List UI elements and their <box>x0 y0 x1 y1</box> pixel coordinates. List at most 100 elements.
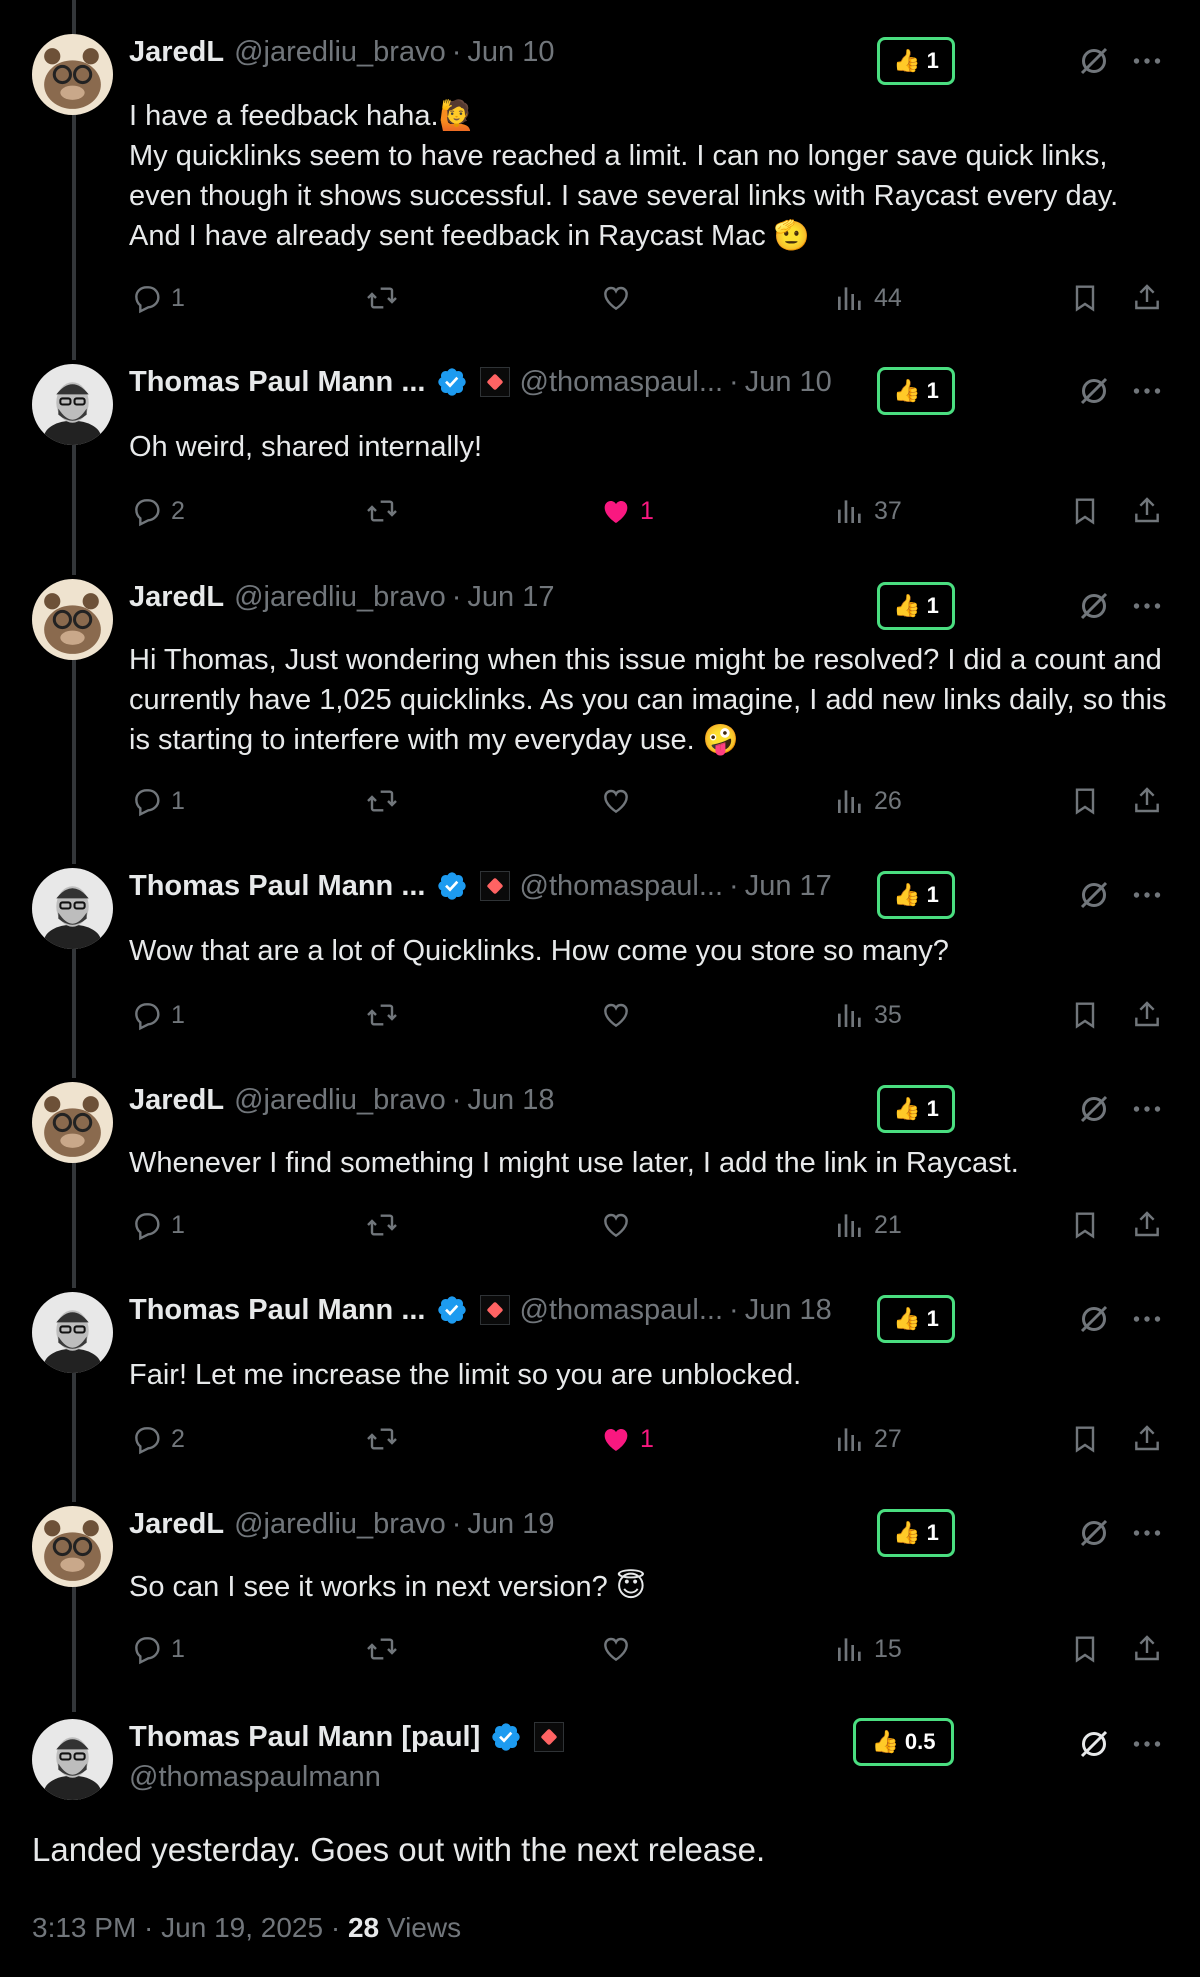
reaction-badge[interactable]: 👍 1 <box>877 1295 955 1343</box>
author-handle[interactable]: @thomaspaul... <box>520 1294 724 1327</box>
author-handle[interactable]: @thomaspaul... <box>520 366 724 399</box>
author-handle[interactable]: @jaredliu_bravo <box>234 581 446 614</box>
slash-circle-icon[interactable] <box>1074 1089 1114 1129</box>
post-date[interactable]: Jun 19 <box>467 1508 554 1541</box>
post-date[interactable]: Jun 18 <box>745 1294 832 1327</box>
reaction-badge[interactable]: 👍 1 <box>877 582 955 630</box>
author-handle[interactable]: @jaredliu_bravo <box>234 36 446 69</box>
author-name[interactable]: Thomas Paul Mann [paul] <box>129 1721 480 1754</box>
author-handle[interactable]: @jaredliu_bravo <box>234 1508 446 1541</box>
author-name[interactable]: Thomas Paul Mann ... <box>129 870 426 903</box>
author-name[interactable]: JaredL <box>129 581 224 614</box>
views-button[interactable]: 26 <box>834 781 902 821</box>
more-icon[interactable] <box>1127 1089 1167 1129</box>
affiliate-badge-icon[interactable] <box>479 1295 510 1325</box>
author-handle[interactable]: @thomaspaul... <box>520 870 724 903</box>
reply-button[interactable]: 1 <box>131 995 185 1035</box>
bookmark-button[interactable] <box>1069 781 1101 821</box>
share-button[interactable] <box>1131 1419 1163 1459</box>
share-button[interactable] <box>1131 1205 1163 1245</box>
bookmark-button[interactable] <box>1069 278 1101 318</box>
reaction-badge[interactable]: 👍 1 <box>877 367 955 415</box>
avatar[interactable] <box>32 1292 113 1373</box>
views-button[interactable]: 35 <box>834 995 902 1035</box>
avatar[interactable] <box>32 364 113 445</box>
author-name[interactable]: Thomas Paul Mann ... <box>129 366 426 399</box>
reply-button[interactable]: 2 <box>131 1419 185 1459</box>
slash-circle-icon[interactable] <box>1074 1513 1114 1553</box>
avatar[interactable] <box>32 1719 113 1800</box>
share-button[interactable] <box>1131 278 1163 318</box>
slash-circle-icon[interactable] <box>1074 586 1114 626</box>
post-date[interactable]: Jun 10 <box>467 36 554 69</box>
like-button[interactable] <box>600 781 640 821</box>
views-button[interactable]: 21 <box>834 1205 902 1245</box>
like-button[interactable] <box>600 1629 640 1669</box>
post-date[interactable]: Jun 18 <box>467 1084 554 1117</box>
more-icon[interactable] <box>1127 1299 1167 1339</box>
like-button[interactable] <box>600 278 640 318</box>
bookmark-button[interactable] <box>1069 1419 1101 1459</box>
author-name[interactable]: JaredL <box>129 36 224 69</box>
share-button[interactable] <box>1131 995 1163 1035</box>
repost-button[interactable] <box>366 278 398 318</box>
timestamp[interactable]: 3:13 PM · Jun 19, 2025 · <box>32 1912 348 1943</box>
more-icon[interactable] <box>1127 1513 1167 1553</box>
slash-circle-icon[interactable] <box>1074 371 1114 411</box>
affiliate-badge-icon[interactable] <box>479 367 510 397</box>
avatar[interactable] <box>32 868 113 949</box>
more-icon[interactable] <box>1127 41 1167 81</box>
post-date[interactable]: Jun 17 <box>467 581 554 614</box>
slash-circle-icon[interactable] <box>1074 1299 1114 1339</box>
share-button[interactable] <box>1131 781 1163 821</box>
bookmark-button[interactable] <box>1069 491 1101 531</box>
affiliate-badge-icon[interactable] <box>534 1722 565 1752</box>
reaction-badge[interactable]: 👍 1 <box>877 37 955 85</box>
slash-circle-icon[interactable] <box>1074 1724 1114 1764</box>
bookmark-button[interactable] <box>1069 1629 1101 1669</box>
author-name[interactable]: JaredL <box>129 1084 224 1117</box>
views-button[interactable]: 44 <box>834 278 902 318</box>
more-icon[interactable] <box>1127 875 1167 915</box>
like-button[interactable]: 1 <box>600 491 654 531</box>
reaction-badge[interactable]: 👍 0.5 <box>853 1718 954 1766</box>
author-name[interactable]: Thomas Paul Mann ... <box>129 1294 426 1327</box>
author-handle[interactable]: @thomaspaulmann <box>129 1761 381 1793</box>
share-button[interactable] <box>1131 1629 1163 1669</box>
affiliate-badge-icon[interactable] <box>479 871 510 901</box>
views-button[interactable]: 27 <box>834 1419 902 1459</box>
slash-circle-icon[interactable] <box>1074 41 1114 81</box>
reply-button[interactable]: 1 <box>131 1629 185 1669</box>
like-button[interactable]: 1 <box>600 1419 654 1459</box>
reply-button[interactable]: 1 <box>131 1205 185 1245</box>
reply-button[interactable]: 1 <box>131 781 185 821</box>
bookmark-button[interactable] <box>1069 995 1101 1035</box>
slash-circle-icon[interactable] <box>1074 875 1114 915</box>
repost-button[interactable] <box>366 995 398 1035</box>
reaction-badge[interactable]: 👍 1 <box>877 1085 955 1133</box>
reaction-badge[interactable]: 👍 1 <box>877 1509 955 1557</box>
reply-button[interactable]: 1 <box>131 278 185 318</box>
avatar[interactable] <box>32 1082 113 1163</box>
views-button[interactable]: 15 <box>834 1629 902 1669</box>
repost-button[interactable] <box>366 1205 398 1245</box>
author-name[interactable]: JaredL <box>129 1508 224 1541</box>
more-icon[interactable] <box>1127 586 1167 626</box>
post-date[interactable]: Jun 10 <box>745 366 832 399</box>
views-button[interactable]: 37 <box>834 491 902 531</box>
post-date[interactable]: Jun 17 <box>745 870 832 903</box>
reaction-badge[interactable]: 👍 1 <box>877 871 955 919</box>
repost-button[interactable] <box>366 781 398 821</box>
more-icon[interactable] <box>1127 371 1167 411</box>
repost-button[interactable] <box>366 1629 398 1669</box>
share-button[interactable] <box>1131 491 1163 531</box>
repost-button[interactable] <box>366 491 398 531</box>
bookmark-button[interactable] <box>1069 1205 1101 1245</box>
like-button[interactable] <box>600 995 640 1035</box>
avatar[interactable] <box>32 34 113 115</box>
avatar[interactable] <box>32 579 113 660</box>
reply-button[interactable]: 2 <box>131 491 185 531</box>
like-button[interactable] <box>600 1205 640 1245</box>
avatar[interactable] <box>32 1506 113 1587</box>
author-handle[interactable]: @jaredliu_bravo <box>234 1084 446 1117</box>
